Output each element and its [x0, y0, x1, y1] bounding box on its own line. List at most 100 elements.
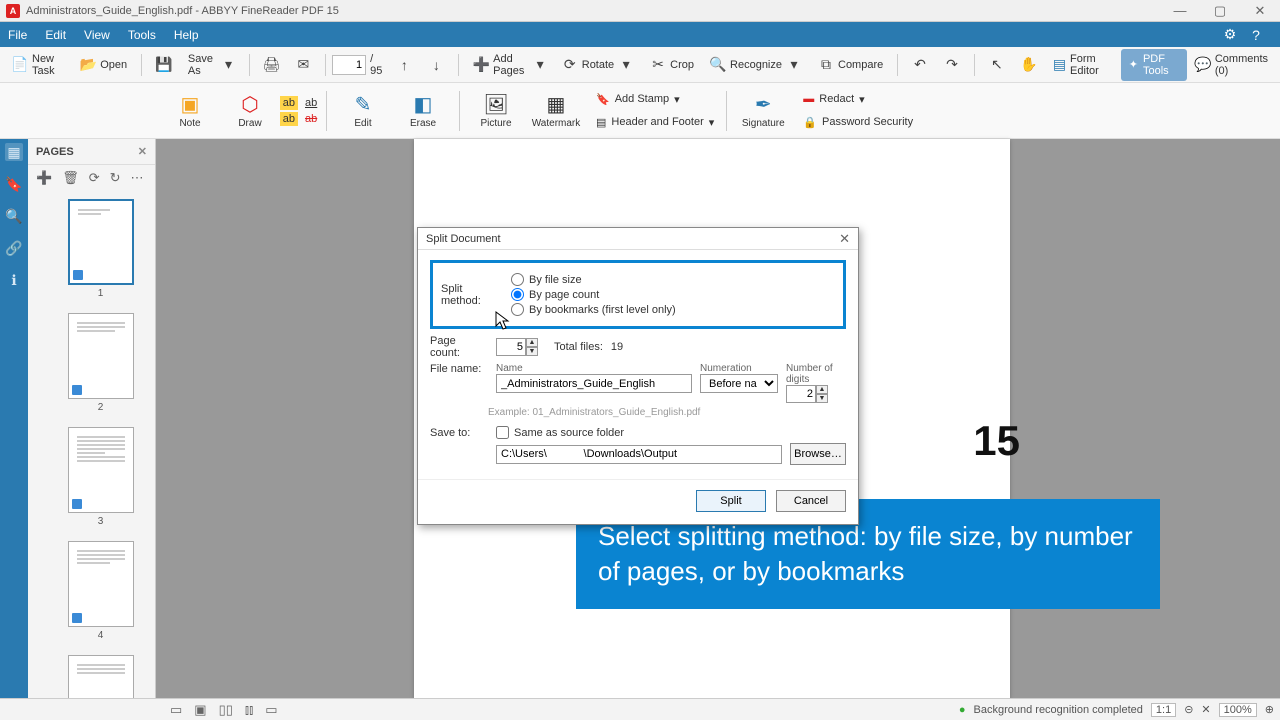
crop-button[interactable]: ✂Crop — [643, 53, 701, 77]
fit-indicator[interactable]: 1:1 — [1151, 703, 1176, 717]
bookmarks-panel-button[interactable]: 🔖 — [5, 175, 23, 193]
view-scroll-icon[interactable]: ⫾⫾ — [245, 702, 253, 718]
pdf-tools-button[interactable]: ✦PDF Tools — [1121, 49, 1187, 81]
radio-file-size[interactable]: By file size — [511, 273, 676, 286]
page-count-spinner[interactable]: ▲▼ — [496, 338, 538, 356]
undo-button[interactable]: ↶ — [905, 53, 935, 77]
attachments-panel-button[interactable]: 🔗 — [5, 239, 23, 257]
recognize-label: Recognize — [730, 59, 782, 71]
redo-button[interactable]: ↷ — [937, 53, 967, 77]
close-panel-button[interactable]: ✕ — [138, 145, 147, 158]
comments-button[interactable]: 💬Comments (0) — [1188, 49, 1275, 81]
thumbnail-3[interactable]: 3 — [68, 427, 134, 527]
open-button[interactable]: 📂Open — [73, 53, 134, 77]
split-button[interactable]: Split — [696, 490, 766, 512]
dialog-close-button[interactable]: ✕ — [839, 231, 850, 247]
spin-down[interactable]: ▼ — [816, 394, 828, 403]
document-area[interactable]: 15 Select splitting method: by file size… — [156, 139, 1280, 698]
thumbnail-4[interactable]: 4 — [68, 541, 134, 641]
name-input[interactable] — [496, 374, 692, 393]
edit-button[interactable]: ✎Edit — [333, 86, 393, 136]
page-number-input[interactable] — [332, 55, 366, 75]
add-pages-button[interactable]: ➕Add Pages▾ — [466, 49, 553, 81]
menu-view[interactable]: View — [84, 28, 110, 42]
more-button[interactable]: ⋯ — [131, 170, 144, 186]
help-icon[interactable]: ? — [1246, 27, 1266, 43]
spin-down[interactable]: ▼ — [526, 347, 538, 356]
rotate-button[interactable]: ⟳Rotate▾ — [555, 53, 641, 77]
same-source-checkbox[interactable]: Same as source folder — [496, 426, 624, 439]
search-panel-button[interactable]: 🔍 — [5, 207, 23, 225]
refresh-button[interactable]: ↻ — [110, 170, 121, 186]
view-fit-icon[interactable]: ▣ — [194, 702, 206, 718]
pages-panel-button[interactable]: ▦ — [5, 143, 23, 161]
cancel-button[interactable]: Cancel — [776, 490, 846, 512]
edit-icon: ✎ — [351, 92, 375, 116]
picture-button[interactable]: 🖼Picture — [466, 86, 526, 136]
menu-file[interactable]: File — [8, 28, 27, 42]
save-as-button[interactable]: Save As▾ — [181, 49, 242, 81]
minimize-button[interactable]: — — [1160, 0, 1200, 22]
view-two-icon[interactable]: ▯▯ — [219, 702, 233, 718]
status-dot: ● — [959, 704, 966, 716]
menu-tools[interactable]: Tools — [128, 28, 156, 42]
browse-button[interactable]: Browse… — [790, 443, 846, 465]
delete-button[interactable]: 🗑 — [62, 170, 79, 186]
email-button[interactable]: ✉ — [288, 53, 318, 77]
erase-button[interactable]: ◧Erase — [393, 86, 453, 136]
strikeout-button[interactable]: ab — [302, 112, 320, 126]
thumbnail-2[interactable]: 2 — [68, 313, 134, 413]
hand-tool[interactable]: ✋ — [1014, 53, 1044, 77]
view-present-icon[interactable]: ▭ — [265, 702, 277, 718]
add-button[interactable]: ➕ — [36, 170, 52, 186]
spin-up[interactable]: ▲ — [816, 385, 828, 394]
menu-help[interactable]: Help — [174, 28, 199, 42]
zoom-in-button[interactable]: ⊕ — [1265, 703, 1274, 716]
signatures-panel-button[interactable]: ℹ — [5, 271, 23, 289]
underline-button[interactable]: ab — [302, 96, 320, 110]
new-task-button[interactable]: 📄New Task — [5, 49, 71, 81]
print-button[interactable]: 🖨 — [256, 53, 286, 77]
save-as-label: Save As — [188, 53, 219, 77]
watermark-button[interactable]: ▦Watermark — [526, 86, 586, 136]
digits-spinner[interactable]: ▲▼ — [786, 385, 846, 403]
close-button[interactable]: ✕ — [1240, 0, 1280, 22]
save-path-input[interactable] — [496, 445, 782, 464]
select-tool[interactable]: ↖ — [982, 53, 1012, 77]
settings-icon[interactable]: ⚙ — [1220, 26, 1240, 43]
next-page-button[interactable]: ↓ — [421, 53, 451, 77]
menu-edit[interactable]: Edit — [45, 28, 66, 42]
recognize-button[interactable]: 🔍Recognize▾ — [703, 53, 809, 77]
rotate-button[interactable]: ⟳ — [89, 170, 100, 186]
thumbnails[interactable]: 1 2 3 4 — [28, 191, 155, 698]
prev-page-button[interactable]: ↑ — [389, 53, 419, 77]
highlight2-button[interactable]: ab — [280, 112, 298, 126]
add-stamp-button[interactable]: 🔖Add Stamp▾ — [590, 91, 720, 108]
radio-file-size-label: By file size — [529, 274, 582, 286]
form-editor-button[interactable]: ▤Form Editor — [1046, 49, 1120, 81]
header-footer-button[interactable]: ▤Header and Footer▾ — [590, 114, 720, 131]
radio-bookmarks[interactable]: By bookmarks (first level only) — [511, 303, 676, 316]
zoom-out-button[interactable]: ⊝ — [1184, 703, 1193, 716]
spin-up[interactable]: ▲ — [526, 338, 538, 347]
numeration-select[interactable]: Before name — [700, 374, 778, 393]
fit-page-button[interactable]: ✕ — [1201, 703, 1210, 716]
view-single-icon[interactable]: ▭ — [170, 702, 182, 718]
highlight-button[interactable]: ab — [280, 96, 298, 110]
signature-button[interactable]: ✒Signature — [733, 86, 793, 136]
save-button[interactable]: 💾 — [149, 53, 179, 77]
draw-button[interactable]: ⬡Draw — [220, 86, 280, 136]
note-button[interactable]: ▣Note — [160, 86, 220, 136]
digits-input[interactable] — [786, 385, 816, 403]
thumbnail-5[interactable] — [68, 655, 134, 698]
redo-icon: ↷ — [944, 57, 960, 73]
redact-button[interactable]: ▬Redact▾ — [797, 91, 919, 108]
zoom-level[interactable]: 100% — [1219, 703, 1257, 717]
thumbnail-1[interactable]: 1 — [68, 199, 134, 299]
compare-button[interactable]: ⧉Compare — [811, 53, 890, 77]
split-method-label: Split method: — [441, 283, 499, 307]
page-count-input[interactable] — [496, 338, 526, 356]
radio-page-count[interactable]: By page count — [511, 288, 676, 301]
maximize-button[interactable]: ▢ — [1200, 0, 1240, 22]
password-security-button[interactable]: 🔒Password Security — [797, 114, 919, 131]
